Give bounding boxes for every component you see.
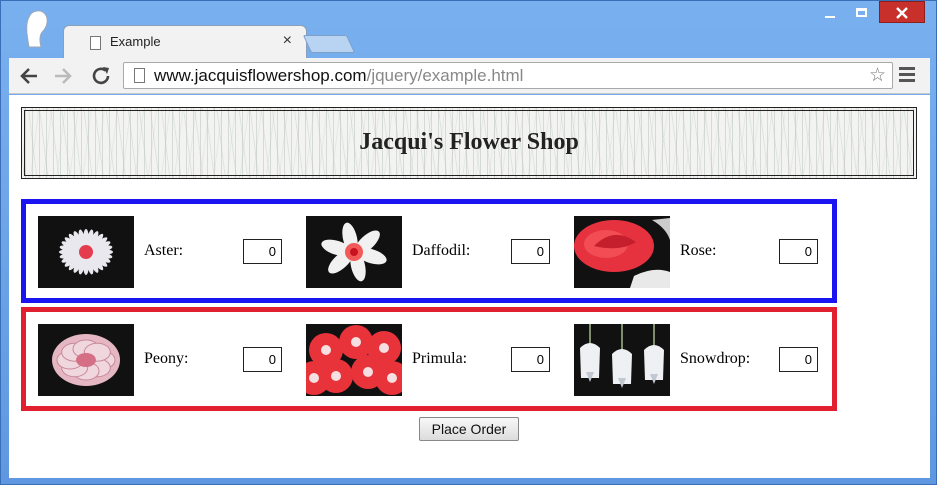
url-text: www.jacquisflowershop.com/jquery/example… bbox=[154, 66, 524, 85]
profile-icon[interactable] bbox=[23, 7, 51, 49]
page-content: Jacqui's Flower Shop Aster: Daffodil: Rose… bbox=[9, 95, 930, 478]
browser-tab[interactable]: Example × bbox=[63, 25, 307, 59]
page-icon bbox=[134, 68, 145, 83]
snowdrop-image bbox=[574, 324, 670, 396]
page-title: Jacqui's Flower Shop bbox=[359, 129, 579, 155]
minimize-button[interactable] bbox=[816, 1, 844, 23]
snowdrop-quantity-input[interactable] bbox=[779, 347, 818, 372]
page-icon bbox=[90, 36, 101, 50]
page-header: Jacqui's Flower Shop bbox=[21, 107, 917, 179]
close-icon bbox=[896, 7, 908, 19]
title-bar: Example × bbox=[1, 1, 936, 59]
rose-image bbox=[574, 216, 670, 288]
maximize-button[interactable] bbox=[847, 1, 875, 23]
peony-label: Peony: bbox=[144, 350, 189, 367]
aster-image bbox=[38, 216, 134, 288]
daffodil-image bbox=[306, 216, 402, 288]
back-arrow-icon[interactable] bbox=[17, 64, 41, 88]
peony-quantity-input[interactable] bbox=[243, 347, 282, 372]
aster-label: Aster: bbox=[144, 242, 184, 259]
bookmark-star-icon[interactable]: ☆ bbox=[869, 64, 886, 87]
new-tab-button[interactable] bbox=[302, 35, 356, 53]
daffodil-quantity-input[interactable] bbox=[511, 239, 550, 264]
tab-title: Example bbox=[110, 34, 161, 49]
flower-item-peony: Peony: bbox=[38, 324, 304, 396]
browser-toolbar: www.jacquisflowershop.com/jquery/example… bbox=[9, 58, 930, 94]
flower-item-aster: Aster: bbox=[38, 216, 304, 288]
flower-row-1: Aster: Daffodil: Rose: bbox=[21, 199, 837, 303]
flower-item-snowdrop: Snowdrop: bbox=[574, 324, 840, 396]
reload-icon[interactable] bbox=[89, 64, 113, 88]
flower-row-2: Peony: Primula: Snowdrop: bbox=[21, 307, 837, 411]
forward-arrow-icon[interactable] bbox=[51, 64, 75, 88]
daffodil-label: Daffodil: bbox=[412, 242, 471, 259]
rose-quantity-input[interactable] bbox=[779, 239, 818, 264]
primula-image bbox=[306, 324, 402, 396]
primula-quantity-input[interactable] bbox=[511, 347, 550, 372]
aster-quantity-input[interactable] bbox=[243, 239, 282, 264]
flower-item-daffodil: Daffodil: bbox=[306, 216, 572, 288]
close-window-button[interactable] bbox=[879, 1, 925, 23]
menu-icon[interactable] bbox=[899, 67, 915, 85]
address-bar[interactable]: www.jacquisflowershop.com/jquery/example… bbox=[123, 62, 893, 89]
rose-label: Rose: bbox=[680, 242, 717, 259]
peony-image bbox=[38, 324, 134, 396]
snowdrop-label: Snowdrop: bbox=[680, 350, 751, 367]
primula-label: Primula: bbox=[412, 350, 468, 367]
place-order-button[interactable]: Place Order bbox=[419, 417, 519, 441]
browser-window: Example × www.jacquisflowershop.com/jque… bbox=[0, 0, 937, 485]
close-tab-icon[interactable]: × bbox=[283, 31, 292, 51]
flower-item-primula: Primula: bbox=[306, 324, 572, 396]
flower-item-rose: Rose: bbox=[574, 216, 840, 288]
